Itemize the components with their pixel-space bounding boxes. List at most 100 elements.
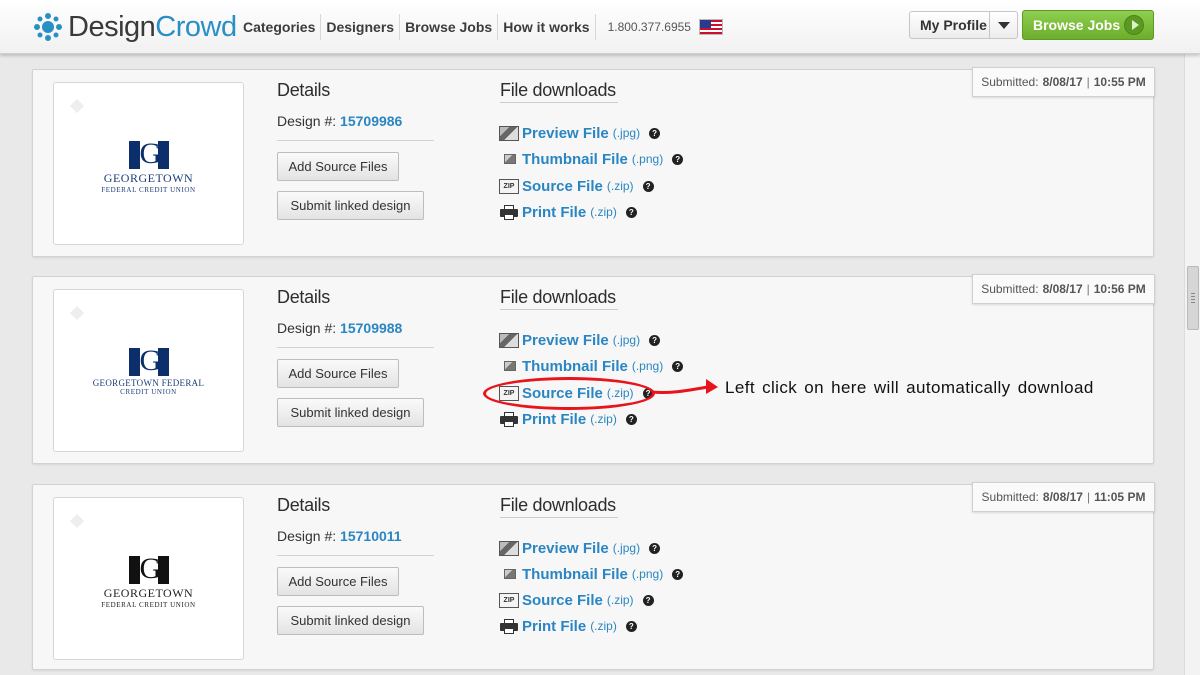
- details-heading: Details: [277, 80, 330, 100]
- file-ext: (.jpg): [612, 541, 641, 555]
- submitted-time: 10:56 PM: [1093, 282, 1146, 296]
- printer-icon: [499, 618, 519, 634]
- help-icon[interactable]: ?: [649, 127, 661, 139]
- nav-how-it-works[interactable]: How it works: [498, 14, 596, 40]
- file-ext: (.zip): [590, 412, 617, 426]
- add-source-files-button[interactable]: Add Source Files: [277, 152, 399, 181]
- phone-number: 1.800.377.6955: [607, 20, 691, 34]
- file-name[interactable]: Thumbnail File: [522, 151, 628, 168]
- source-file-link[interactable]: ZIP Source File (.zip) ?: [499, 383, 654, 403]
- help-icon[interactable]: ?: [625, 620, 637, 632]
- main-nav: Categories Designers Browse Jobs How it …: [238, 14, 723, 40]
- submitted-label: Submitted:: [981, 75, 1039, 89]
- file-name[interactable]: Source File: [522, 592, 603, 609]
- file-name[interactable]: Print File: [522, 204, 586, 221]
- help-icon[interactable]: ?: [649, 542, 661, 554]
- design-thumbnail[interactable]: G GEORGETOWN FEDERAL CREDIT UNION: [53, 289, 244, 452]
- georgetown-logo-image: G GEORGETOWN FEDERAL CREDIT UNION: [54, 138, 243, 195]
- preview-file-link[interactable]: Preview File (.jpg) ?: [499, 123, 661, 143]
- browse-jobs-button[interactable]: Browse Jobs: [1022, 10, 1154, 40]
- file-name[interactable]: Thumbnail File: [522, 358, 628, 375]
- print-file-link[interactable]: Print File (.zip) ?: [499, 202, 637, 222]
- add-source-files-button[interactable]: Add Source Files: [277, 359, 399, 388]
- design-number-link[interactable]: 15709986: [340, 113, 402, 129]
- help-icon[interactable]: ?: [642, 594, 654, 606]
- thumbnail-file-link[interactable]: Thumbnail File (.png) ?: [499, 564, 684, 584]
- help-icon[interactable]: ?: [649, 334, 661, 346]
- preview-file-link[interactable]: Preview File (.jpg) ?: [499, 330, 661, 350]
- design-number: Design #: 15710011: [277, 528, 402, 544]
- thumbnail-icon: [504, 154, 516, 164]
- logo-text: DesignCrowd: [68, 11, 237, 44]
- file-ext: (.jpg): [612, 333, 641, 347]
- brand-name: GEORGETOWN: [103, 171, 194, 185]
- file-name[interactable]: Source File: [522, 178, 603, 195]
- file-ext: (.png): [631, 152, 664, 166]
- image-icon: [499, 125, 519, 141]
- design-number-label: Design #:: [277, 320, 337, 336]
- file-name[interactable]: Print File: [522, 411, 586, 428]
- georgetown-logo-image: G GEORGETOWN FEDERAL CREDIT UNION: [54, 345, 243, 397]
- file-name[interactable]: Print File: [522, 618, 586, 635]
- nav-browse-jobs[interactable]: Browse Jobs: [400, 14, 499, 40]
- logo-splash-icon: [34, 13, 62, 41]
- print-file-link[interactable]: Print File (.zip) ?: [499, 409, 637, 429]
- design-card: G GEORGETOWN FEDERAL CREDIT UNION Detail…: [32, 67, 1155, 257]
- design-card: G GEORGETOWN FEDERAL CREDIT UNION Detail…: [32, 274, 1155, 464]
- profile-dropdown-toggle[interactable]: [989, 12, 1017, 38]
- help-icon[interactable]: ?: [625, 206, 637, 218]
- thumbnail-file-link[interactable]: Thumbnail File (.png) ?: [499, 356, 684, 376]
- nav-categories[interactable]: Categories: [238, 14, 322, 40]
- design-number-link[interactable]: 15709988: [340, 320, 402, 336]
- file-name[interactable]: Preview File: [522, 125, 609, 142]
- source-file-link[interactable]: ZIP Source File (.zip) ?: [499, 590, 654, 610]
- help-icon[interactable]: ?: [672, 153, 684, 165]
- preview-file-link[interactable]: Preview File (.jpg) ?: [499, 538, 661, 558]
- file-ext: (.zip): [606, 386, 634, 400]
- submit-linked-design-button[interactable]: Submit linked design: [277, 398, 424, 427]
- design-number: Design #: 15709988: [277, 320, 402, 336]
- file-ext: (.png): [631, 567, 664, 581]
- scrollbar-thumb[interactable]: [1187, 266, 1199, 330]
- submit-linked-design-button[interactable]: Submit linked design: [277, 606, 424, 635]
- design-thumbnail[interactable]: G GEORGETOWN FEDERAL CREDIT UNION: [53, 82, 244, 245]
- divider: [277, 347, 434, 348]
- design-thumbnail[interactable]: G GEORGETOWN FEDERAL CREDIT UNION: [53, 497, 244, 660]
- add-source-files-button[interactable]: Add Source Files: [277, 567, 399, 596]
- my-profile-button[interactable]: My Profile: [909, 11, 1018, 39]
- file-ext: (.zip): [606, 179, 634, 193]
- file-ext: (.zip): [590, 619, 617, 633]
- designcrowd-logo[interactable]: DesignCrowd: [33, 11, 237, 43]
- submitted-timestamp: Submitted: 8/08/17 | 11:05 PM: [972, 482, 1155, 512]
- file-ext: (.jpg): [612, 126, 641, 140]
- file-name[interactable]: Thumbnail File: [522, 566, 628, 583]
- help-icon[interactable]: ?: [642, 180, 654, 192]
- help-icon[interactable]: ?: [625, 413, 637, 425]
- annotation-text: Left click on here will automatically do…: [725, 378, 1094, 397]
- vertical-scrollbar[interactable]: [1184, 54, 1200, 675]
- help-icon[interactable]: ?: [672, 360, 684, 372]
- pin-icon: [69, 98, 85, 114]
- design-number-label: Design #:: [277, 113, 337, 129]
- thumbnail-file-link[interactable]: Thumbnail File (.png) ?: [499, 149, 684, 169]
- submitted-timestamp: Submitted: 8/08/17 | 10:56 PM: [972, 274, 1155, 304]
- image-icon: [499, 332, 519, 348]
- my-profile-label: My Profile: [920, 17, 987, 33]
- source-file-link[interactable]: ZIP Source File (.zip) ?: [499, 176, 654, 196]
- file-name[interactable]: Preview File: [522, 332, 609, 349]
- design-number-link[interactable]: 15710011: [340, 528, 402, 544]
- us-flag-icon[interactable]: [698, 19, 723, 35]
- file-name[interactable]: Preview File: [522, 540, 609, 557]
- help-icon[interactable]: ?: [672, 568, 684, 580]
- submit-linked-design-button[interactable]: Submit linked design: [277, 191, 424, 220]
- file-name[interactable]: Source File: [522, 385, 603, 402]
- nav-designers[interactable]: Designers: [321, 14, 401, 40]
- file-downloads-heading: File downloads: [500, 495, 618, 518]
- submitted-date: 8/08/17: [1042, 75, 1083, 89]
- divider: [277, 555, 434, 556]
- printer-icon: [499, 411, 519, 427]
- zip-icon: ZIP: [499, 592, 519, 608]
- annotation-arrow-icon: [651, 379, 718, 394]
- details-heading: Details: [277, 287, 330, 307]
- print-file-link[interactable]: Print File (.zip) ?: [499, 616, 637, 636]
